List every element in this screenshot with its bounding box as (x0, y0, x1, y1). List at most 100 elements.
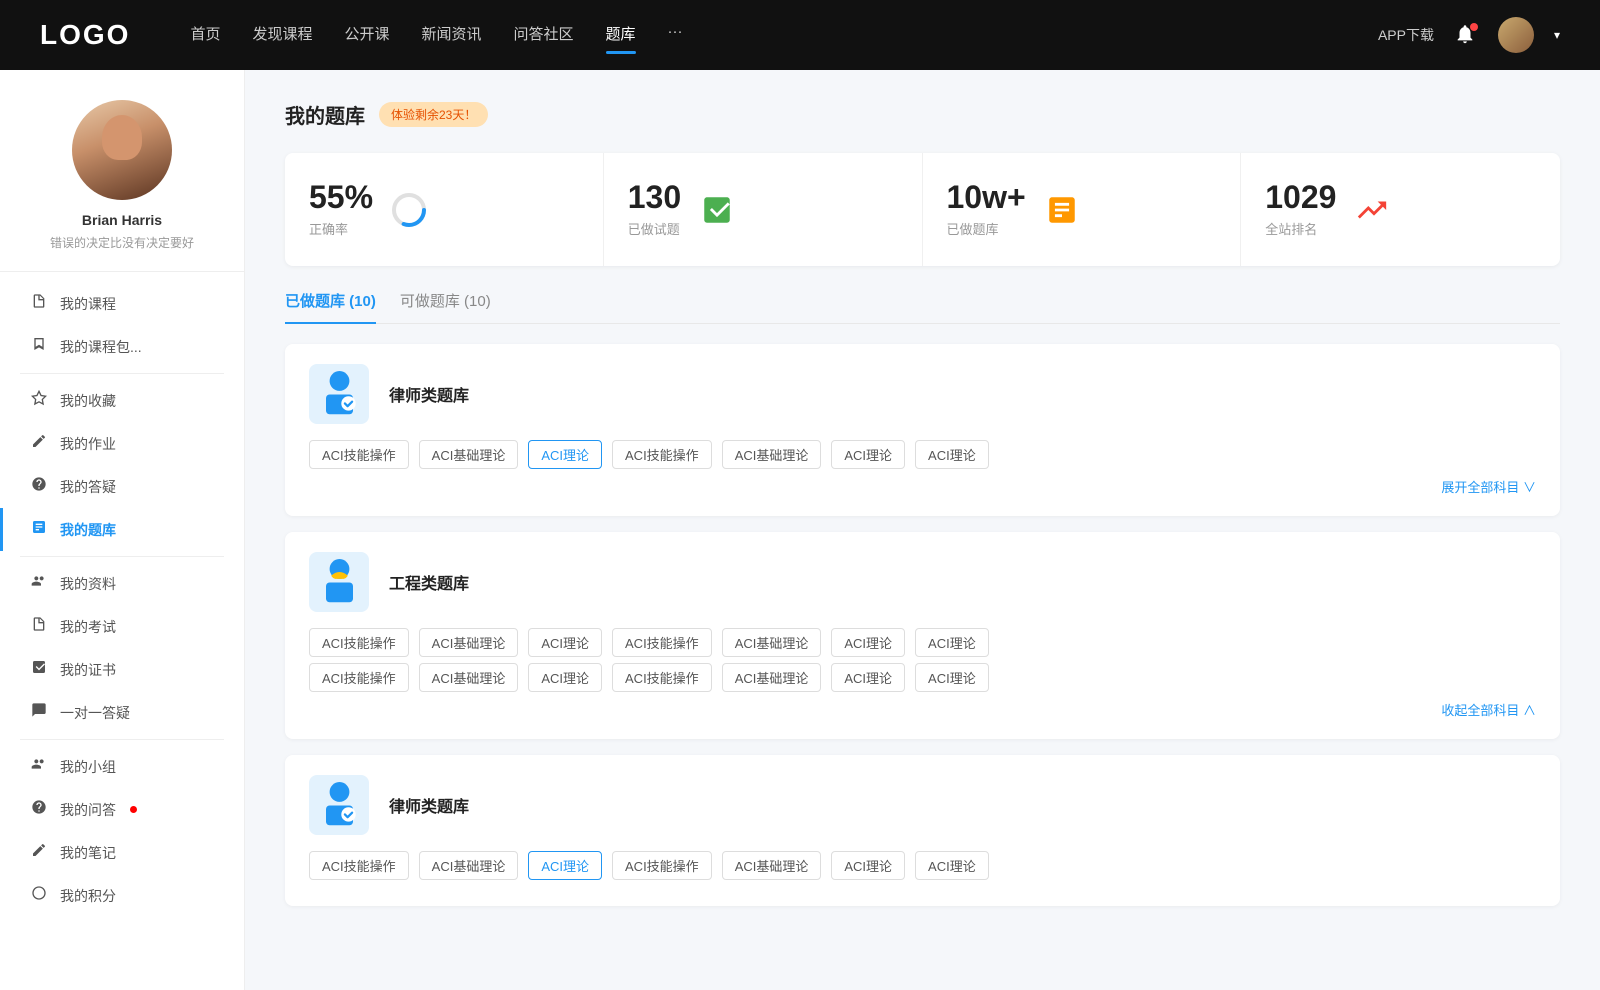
tag-2b-2[interactable]: ACI基础理论 (419, 663, 519, 692)
sidebar-label-qa: 我的答疑 (60, 477, 116, 497)
tag-2a-5[interactable]: ACI基础理论 (722, 628, 822, 657)
tag-3-2[interactable]: ACI基础理论 (419, 851, 519, 880)
tab-todo[interactable]: 可做题库 (10) (400, 290, 491, 323)
page-title-row: 我的题库 体验剩余23天！ (285, 100, 1560, 129)
stats-row: 55% 正确率 130 已做试题 (285, 153, 1560, 266)
app-download-link[interactable]: APP下载 (1378, 25, 1434, 45)
tag-1-2[interactable]: ACI基础理论 (419, 440, 519, 469)
stat-accuracy: 55% 正确率 (285, 153, 604, 266)
stat-done-questions-label: 已做试题 (628, 219, 681, 238)
tag-2b-5[interactable]: ACI基础理论 (722, 663, 822, 692)
tag-2a-3[interactable]: ACI理论 (528, 628, 602, 657)
tag-2b-1[interactable]: ACI技能操作 (309, 663, 409, 692)
tag-1-4[interactable]: ACI技能操作 (612, 440, 712, 469)
sidebar-item-notes[interactable]: 我的笔记 (0, 831, 244, 874)
sidebar-item-qbank[interactable]: 我的题库 (0, 508, 244, 551)
nav-qbank[interactable]: 题库 (606, 23, 636, 48)
tab-done[interactable]: 已做题库 (10) (285, 290, 376, 323)
divider-2 (20, 556, 224, 557)
sidebar-item-course-package[interactable]: 我的课程包... (0, 325, 244, 368)
sidebar-label-favorites: 我的收藏 (60, 391, 116, 411)
tag-2a-4[interactable]: ACI技能操作 (612, 628, 712, 657)
sidebar-menu: 我的课程 我的课程包... 我的收藏 我的作业 (0, 272, 244, 927)
stat-done-questions-value: 130 (628, 181, 681, 213)
tag-3-4[interactable]: ACI技能操作 (612, 851, 712, 880)
sidebar-item-group[interactable]: 我的小组 (0, 745, 244, 788)
expand-link-1[interactable]: 展开全部科目 ∨ (309, 477, 1536, 496)
sidebar-item-favorites[interactable]: 我的收藏 (0, 379, 244, 422)
tag-3-7[interactable]: ACI理论 (915, 851, 989, 880)
sidebar-item-points[interactable]: 我的积分 (0, 874, 244, 917)
qa-icon (30, 476, 48, 497)
stat-done-banks-value: 10w+ (947, 181, 1026, 213)
group-icon (30, 756, 48, 777)
collapse-link-2[interactable]: 收起全部科目 ∧ (309, 700, 1536, 719)
1on1-icon (30, 702, 48, 723)
tag-1-7[interactable]: ACI理论 (915, 440, 989, 469)
notification-bell[interactable] (1454, 23, 1478, 47)
tag-1-3[interactable]: ACI理论 (528, 440, 602, 469)
tag-2a-1[interactable]: ACI技能操作 (309, 628, 409, 657)
tag-2a-7[interactable]: ACI理论 (915, 628, 989, 657)
nav-links: 首页 发现课程 公开课 新闻资讯 问答社区 题库 ··· (190, 23, 1338, 48)
sidebar-item-qa[interactable]: 我的答疑 (0, 465, 244, 508)
tag-2b-4[interactable]: ACI技能操作 (612, 663, 712, 692)
sidebar-item-questions[interactable]: 我的问答 (0, 788, 244, 831)
tags-row-2a: ACI技能操作 ACI基础理论 ACI理论 ACI技能操作 ACI基础理论 AC… (309, 628, 1536, 657)
qbank-title-2: 工程类题库 (389, 570, 469, 594)
stat-rank: 1029 全站排名 (1241, 153, 1560, 266)
sidebar-item-exam[interactable]: 我的考试 (0, 605, 244, 648)
my-courses-icon (30, 293, 48, 314)
favorites-icon (30, 390, 48, 411)
user-menu-chevron[interactable]: ▾ (1554, 28, 1560, 42)
sidebar-label-group: 我的小组 (60, 757, 116, 777)
logo: LOGO (40, 19, 130, 51)
sidebar-label-certificate: 我的证书 (60, 660, 116, 680)
done-banks-icon (1042, 190, 1082, 230)
qbank-title-1: 律师类题库 (389, 382, 469, 406)
tag-2b-6[interactable]: ACI理论 (831, 663, 905, 692)
content-area: 我的题库 体验剩余23天！ 55% 正确率 130 (245, 70, 1600, 990)
tag-2a-2[interactable]: ACI基础理论 (419, 628, 519, 657)
qbank-header-2: 工程类题库 (309, 552, 1536, 612)
tag-2a-6[interactable]: ACI理论 (831, 628, 905, 657)
qbank-icon-lawyer-2 (309, 775, 369, 835)
tag-3-6[interactable]: ACI理论 (831, 851, 905, 880)
done-questions-icon (697, 190, 737, 230)
nav-discover[interactable]: 发现课程 (252, 23, 312, 48)
nav-home[interactable]: 首页 (190, 23, 220, 48)
tag-3-5[interactable]: ACI基础理论 (722, 851, 822, 880)
sidebar-label-course-package: 我的课程包... (60, 337, 142, 357)
stat-done-questions: 130 已做试题 (604, 153, 923, 266)
tag-3-3[interactable]: ACI理论 (528, 851, 602, 880)
qbank-card-engineer: 工程类题库 ACI技能操作 ACI基础理论 ACI理论 ACI技能操作 ACI基… (285, 532, 1560, 739)
sidebar-label-qbank: 我的题库 (60, 520, 116, 540)
divider-3 (20, 739, 224, 740)
tag-1-5[interactable]: ACI基础理论 (722, 440, 822, 469)
sidebar-item-homework[interactable]: 我的作业 (0, 422, 244, 465)
nav-qa[interactable]: 问答社区 (514, 23, 574, 48)
tags-row-2b: ACI技能操作 ACI基础理论 ACI理论 ACI技能操作 ACI基础理论 AC… (309, 663, 1536, 692)
sidebar-label-homework: 我的作业 (60, 434, 116, 454)
tag-3-1[interactable]: ACI技能操作 (309, 851, 409, 880)
tag-2b-7[interactable]: ACI理论 (915, 663, 989, 692)
qbank-header-1: 律师类题库 (309, 364, 1536, 424)
nav-more[interactable]: ··· (668, 23, 683, 48)
qbank-header-3: 律师类题库 (309, 775, 1536, 835)
nav-open-course[interactable]: 公开课 (344, 23, 389, 48)
tag-2b-3[interactable]: ACI理论 (528, 663, 602, 692)
sidebar-label-my-courses: 我的课程 (60, 294, 116, 314)
sidebar-item-certificate[interactable]: 我的证书 (0, 648, 244, 691)
sidebar-item-profile[interactable]: 我的资料 (0, 562, 244, 605)
tag-1-1[interactable]: ACI技能操作 (309, 440, 409, 469)
nav-news[interactable]: 新闻资讯 (422, 23, 482, 48)
sidebar-item-1on1[interactable]: 一对一答疑 (0, 691, 244, 734)
sidebar-item-my-courses[interactable]: 我的课程 (0, 282, 244, 325)
tag-1-6[interactable]: ACI理论 (831, 440, 905, 469)
user-avatar[interactable] (1498, 17, 1534, 53)
stat-rank-label: 全站排名 (1265, 219, 1336, 238)
sidebar-label-1on1: 一对一答疑 (60, 703, 130, 723)
tags-row-3: ACI技能操作 ACI基础理论 ACI理论 ACI技能操作 ACI基础理论 AC… (309, 851, 1536, 880)
course-package-icon (30, 336, 48, 357)
main-layout: Brian Harris 错误的决定比没有决定要好 我的课程 我的课程包... (0, 70, 1600, 990)
